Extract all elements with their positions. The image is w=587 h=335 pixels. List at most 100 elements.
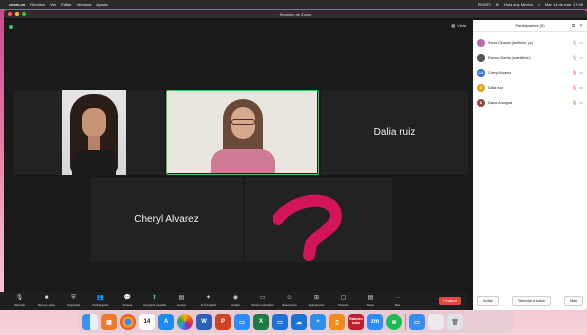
finder-icon[interactable]: [82, 314, 98, 330]
tray-app-label[interactable]: ROOFI: [478, 2, 491, 7]
mic-muted-icon[interactable]: 🎙: [572, 100, 577, 105]
zoom-app-icon[interactable]: zm: [367, 314, 383, 330]
camera-icon[interactable]: ▭: [579, 40, 583, 45]
captions-icon: ▭: [259, 295, 266, 301]
mic-muted-icon[interactable]: 🎙: [572, 85, 577, 90]
participant-row[interactable]: D Diana Aranguiz 🎙 ▭: [477, 95, 583, 110]
photos-icon[interactable]: [177, 314, 193, 330]
books-icon[interactable]: ▯: [329, 314, 345, 330]
teams-icon[interactable]: +: [310, 314, 326, 330]
zoom-window: Reunión de Zoom ▦ Vista Dalia ruiz Chery…: [4, 10, 587, 310]
calendar-icon[interactable]: 14: [139, 314, 155, 330]
video-tile-participant-1[interactable]: [14, 90, 164, 175]
word-icon[interactable]: W: [196, 314, 212, 330]
annotate-button[interactable]: ✦ Al Compartir: [195, 295, 222, 307]
view-button[interactable]: ▦ Vista: [451, 23, 466, 28]
participant-name: Diana Aranguiz: [488, 100, 513, 105]
keynote-icon[interactable]: ▭: [272, 314, 288, 330]
spotify-icon[interactable]: ≋: [386, 314, 402, 330]
camera-off-icon[interactable]: ▭: [579, 100, 583, 105]
menu-ver[interactable]: Ver: [50, 2, 56, 7]
wifi-icon[interactable]: ≋: [496, 2, 499, 7]
search-icon[interactable]: ⌕: [538, 2, 540, 7]
menu-ventana[interactable]: Ventana: [77, 2, 92, 7]
participant-row[interactable]: CA Cheryl Alvarez 🎙 ▭: [477, 65, 583, 80]
more-icon: ···: [394, 295, 401, 301]
camera-icon[interactable]: ▭: [579, 55, 583, 60]
video-tile-dalia-ruiz[interactable]: Dalia ruiz: [321, 90, 468, 175]
share-screen-icon: ⬆: [151, 295, 158, 301]
menu-ayuda[interactable]: Ayuda: [96, 2, 107, 7]
participant-name: Ramon Davila (coanfitrión): [488, 55, 531, 60]
share-screen-button[interactable]: ⬆ Compartir pantalla: [141, 295, 168, 307]
participant-video: [167, 91, 317, 173]
annotate-icon: ✦: [205, 295, 212, 301]
camera-off-icon[interactable]: ▭: [579, 70, 583, 75]
window-preview-icon[interactable]: [428, 314, 444, 330]
trash-icon[interactable]: 🗑: [447, 314, 463, 330]
zoom-icon[interactable]: ▭: [234, 314, 250, 330]
avatar: D: [477, 98, 485, 107]
window-title: Reunión de Zoom: [279, 11, 312, 17]
chat-icon: 💬: [123, 295, 132, 301]
chat-button[interactable]: 💬 Chatear: [114, 295, 141, 307]
preview-icon[interactable]: ▭: [409, 314, 425, 330]
encryption-shield-icon[interactable]: [9, 25, 13, 29]
security-button[interactable]: ⛨ Seguridad: [60, 295, 87, 307]
video-tile-cheryl-alvarez[interactable]: Cheryl Alvarez: [90, 177, 243, 262]
participant-row[interactable]: Sonia Dinarsa (Anfitrión, yo) 🎙 ▭: [477, 35, 583, 50]
kobo-icon[interactable]: Rakuten kobo: [348, 314, 364, 330]
captions-button[interactable]: ▭ Mostrar subtítulos: [249, 295, 276, 307]
window-titlebar: Reunión de Zoom: [4, 10, 587, 19]
reactions-icon: ☺: [286, 295, 293, 301]
close-icon[interactable]: ✕: [579, 23, 583, 29]
invite-button[interactable]: Invitar: [477, 296, 499, 306]
participants-panel-title: Participantes (5): [515, 23, 545, 28]
video-icon: ■: [44, 295, 49, 301]
mac-menu-bar: zoom.us Reunión Ver Editar Ventana Ayuda…: [0, 0, 587, 9]
notes-button[interactable]: ▤ Notas: [357, 295, 384, 307]
video-tile-participant-5[interactable]: [245, 177, 392, 262]
menu-editar[interactable]: Editar: [61, 2, 71, 7]
mic-icon[interactable]: 🎙: [572, 40, 577, 45]
participant-name: Sonia Dinarsa (Anfitrión, yo): [488, 40, 533, 45]
appstore-icon[interactable]: A: [158, 314, 174, 330]
whiteboard-button[interactable]: ▢ Pizarras: [330, 295, 357, 307]
participants-panel-footer: Invitar Silenciar a todos Más: [477, 296, 583, 306]
video-tile-active-speaker[interactable]: [166, 90, 319, 175]
participant-row[interactable]: D Dalia ruiz 🎙 ▭: [477, 80, 583, 95]
more-options-button[interactable]: Más: [564, 296, 583, 306]
launchpad-icon[interactable]: ▦: [101, 314, 117, 330]
menu-app-name[interactable]: zoom.us: [9, 2, 25, 7]
apps-button[interactable]: ⊞ Aplicaciones: [303, 295, 330, 307]
participant-name: Dalia ruiz: [488, 85, 503, 90]
more-button[interactable]: ··· Más: [384, 295, 411, 307]
mic-icon[interactable]: 🎙: [572, 55, 577, 60]
participant-row[interactable]: Ramon Davila (coanfitrión) 🎙 ▭: [477, 50, 583, 65]
mic-icon: 🎙: [15, 295, 24, 301]
chrome-icon[interactable]: [120, 314, 136, 330]
reactions-button[interactable]: ☺ Reacciones: [276, 295, 303, 307]
view-button-label: Vista: [457, 23, 466, 28]
tile-participant-name: Cheryl Alvarez: [134, 214, 199, 225]
clock[interactable]: Mar 14 de mar. 17:06: [545, 2, 583, 7]
powerpoint-icon[interactable]: P: [215, 314, 231, 330]
mute-all-button[interactable]: Silenciar a todos: [512, 296, 551, 306]
mute-button[interactable]: 🎙 Silenciar: [6, 295, 33, 307]
mic-muted-icon[interactable]: 🎙: [572, 70, 577, 75]
menu-reunion[interactable]: Reunión: [30, 2, 45, 7]
onedrive-icon[interactable]: ☁: [291, 314, 307, 330]
excel-icon[interactable]: X: [253, 314, 269, 330]
apps-icon: ⊞: [313, 295, 320, 301]
stop-video-button[interactable]: ■ Detener video: [33, 295, 60, 307]
record-circle-icon: ◉: [232, 295, 239, 301]
participants-button[interactable]: 👥 Participantes: [87, 295, 114, 307]
end-meeting-button[interactable]: Finalizar: [439, 297, 461, 305]
record-circle-button[interactable]: ◉ Grabar: [222, 295, 249, 307]
camera-off-icon[interactable]: ▭: [579, 85, 583, 90]
avatar: D: [477, 83, 485, 92]
popout-icon[interactable]: ⧉: [572, 23, 575, 29]
status-text[interactable]: Hola soy Mecha: [504, 2, 533, 7]
grid-icon: ▦: [451, 23, 456, 28]
record-button[interactable]: ▤ Grabar: [168, 295, 195, 307]
